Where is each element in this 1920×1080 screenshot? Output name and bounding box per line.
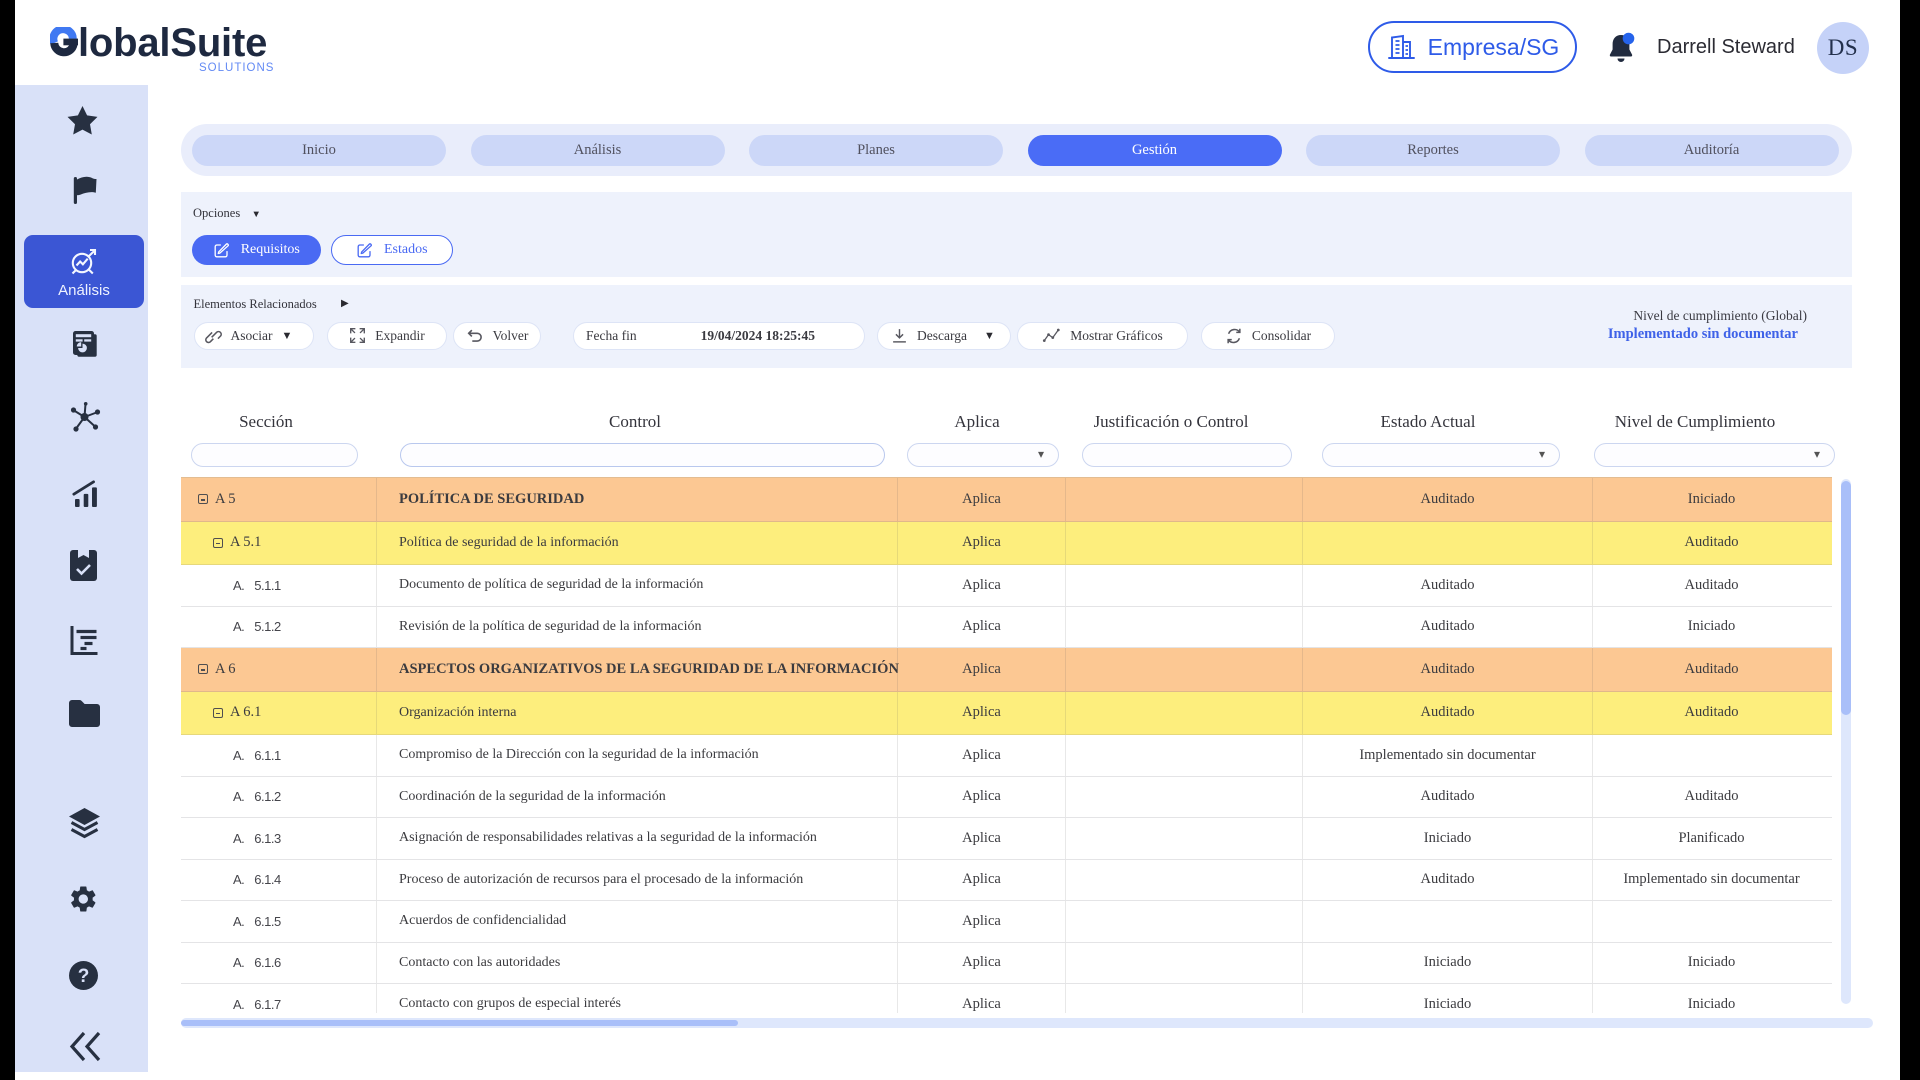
svg-text:?: ? — [78, 966, 90, 987]
